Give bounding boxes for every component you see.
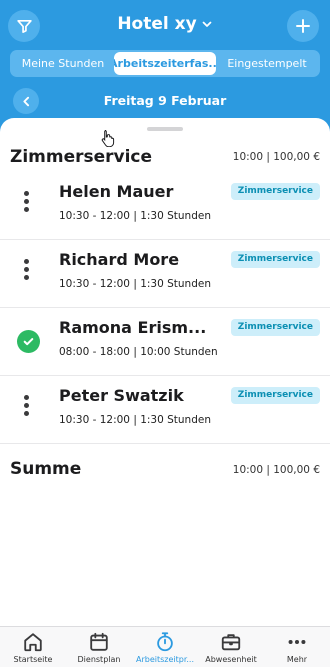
tab-dienstplan[interactable]: Dienstplan	[66, 627, 132, 667]
section-title: Zimmerservice	[10, 147, 153, 167]
section-summary: 10:00 | 100,00 €	[232, 151, 320, 163]
employee-name: Ramona Erism...	[59, 318, 207, 337]
top-bar: Hotel xy	[0, 8, 330, 44]
tab-label: Arbeitszeitpr...	[135, 655, 195, 664]
employee-name: Helen Mauer	[59, 182, 174, 201]
bottom-tab-bar: Startseite Dienstplan Arbeitszeitpr... A…	[0, 626, 330, 667]
tab-label: Mehr	[286, 655, 308, 664]
tab-startseite[interactable]: Startseite	[0, 627, 66, 667]
page-title: Hotel xy	[117, 14, 197, 34]
briefcase-icon	[221, 634, 241, 651]
view-tabs: Meine Stunden Arbeitszeiterfas... Einges…	[10, 50, 320, 77]
tab-mehr[interactable]: Mehr	[264, 627, 330, 667]
plus-icon	[296, 19, 310, 33]
home-icon	[24, 633, 42, 652]
location-selector[interactable]: Hotel xy	[0, 14, 330, 34]
time-entries-sheet: Zimmerservice 10:00 | 100,00 € Helen Mau…	[0, 118, 330, 626]
date-navigator: Freitag 9 Februar	[0, 87, 330, 115]
sheet-grab-handle[interactable]	[147, 127, 183, 131]
tab-label: Startseite	[13, 655, 53, 664]
stopwatch-icon	[157, 632, 173, 652]
tab-abwesenheit[interactable]: Abwesenheit	[198, 627, 264, 667]
employee-name: Richard More	[59, 250, 180, 269]
status-badge: Zimmerservice	[230, 183, 320, 200]
list-item[interactable]: Richard More 10:30 - 12:00 | 1:30 Stunde…	[0, 240, 330, 308]
entry-time: 10:30 - 12:00 | 1:30 Stunden	[59, 210, 211, 222]
more-icon	[288, 639, 306, 645]
list-item[interactable]: Helen Mauer 10:30 - 12:00 | 1:30 Stunden…	[0, 172, 330, 240]
add-button[interactable]	[287, 10, 319, 42]
tab-arbeitszeiterfassung[interactable]: Arbeitszeiterfas...	[114, 52, 216, 75]
more-vertical-icon[interactable]	[24, 191, 30, 212]
employee-name: Peter Swatzik	[59, 386, 184, 405]
entry-time: 10:30 - 12:00 | 1:30 Stunden	[59, 414, 211, 426]
list-item[interactable]: Peter Swatzik 10:30 - 12:00 | 1:30 Stund…	[0, 376, 330, 444]
checkmark-icon	[17, 330, 40, 353]
tab-label: Dienstplan	[77, 655, 121, 664]
more-vertical-icon[interactable]	[24, 259, 30, 280]
entry-time: 10:30 - 12:00 | 1:30 Stunden	[59, 278, 211, 290]
tab-label: Abwesenheit	[205, 655, 257, 664]
pointer-cursor-icon	[101, 130, 115, 147]
status-badge: Zimmerservice	[230, 387, 320, 404]
current-date[interactable]: Freitag 9 Februar	[0, 93, 330, 108]
total-label: Summe	[10, 459, 82, 479]
entry-time: 08:00 - 18:00 | 10:00 Stunden	[59, 346, 218, 358]
chevron-down-icon	[202, 21, 212, 27]
tab-meine-stunden[interactable]: Meine Stunden	[12, 52, 114, 75]
status-badge: Zimmerservice	[230, 319, 320, 336]
status-badge: Zimmerservice	[230, 251, 320, 268]
more-vertical-icon[interactable]	[24, 395, 30, 416]
list-item[interactable]: Ramona Erism... 08:00 - 18:00 | 10:00 St…	[0, 308, 330, 376]
calendar-icon	[90, 632, 108, 651]
tab-arbeitszeitprotokoll[interactable]: Arbeitszeitpr...	[132, 627, 198, 667]
tab-eingestempelt[interactable]: Eingestempelt	[216, 52, 318, 75]
total-value: 10:00 | 100,00 €	[232, 464, 320, 476]
